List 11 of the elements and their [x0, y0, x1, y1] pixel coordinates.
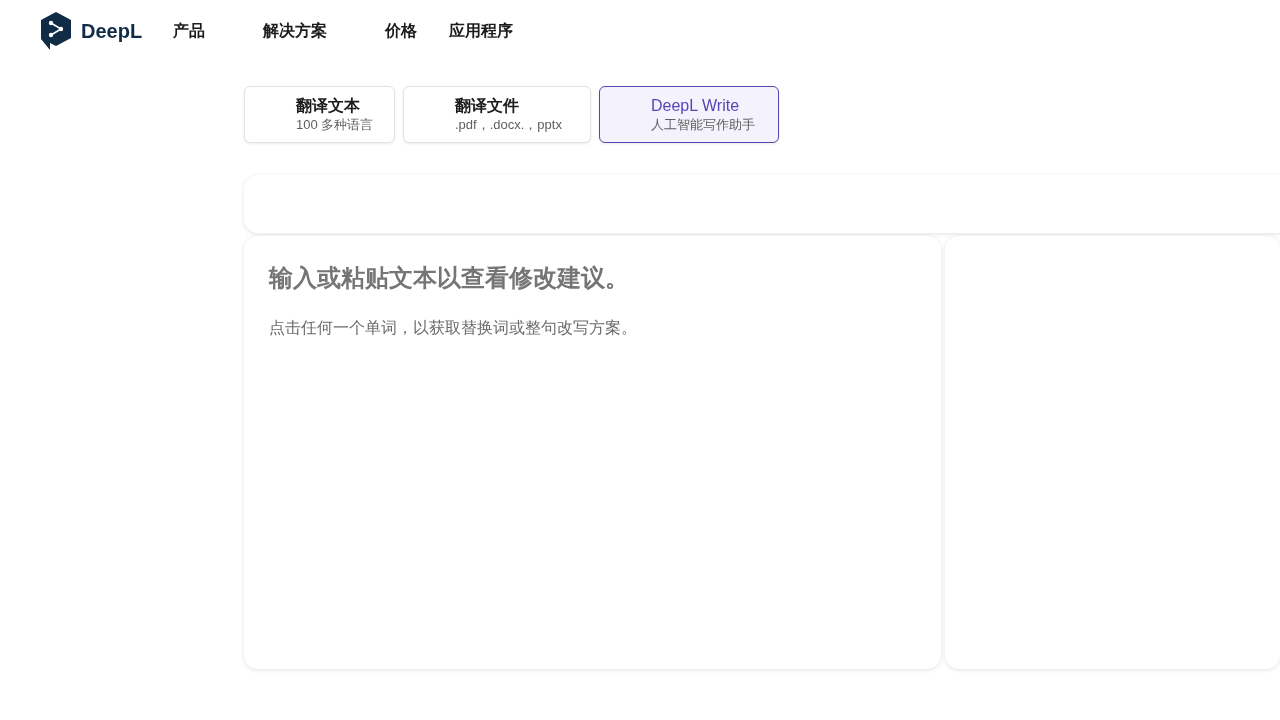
- placeholder-hint: 点击任何一个单词，以获取替换词或整句改写方案。: [269, 318, 638, 338]
- brand-name[interactable]: DeepL: [81, 16, 143, 46]
- input-field[interactable]: 输入或粘贴文本以查看修改建议。 点击任何一个单词，以获取替换词或整句改写方案。: [244, 236, 942, 669]
- nav-link[interactable]: 产品: [173, 19, 264, 43]
- mode-tab[interactable]: 翻译文件 .pdf，.docx.，pptx: [403, 86, 591, 143]
- mode-tab[interactable]: 翻译文本 100 多种语言: [244, 86, 395, 143]
- nav-link[interactable]: 价格: [385, 19, 450, 43]
- nav-link[interactable]: 应用程序: [449, 19, 530, 43]
- logo-icon[interactable]: [40, 12, 72, 50]
- mode-tab[interactable]: DeepL Write 人工智能写作助手: [599, 86, 779, 143]
- placeholder-title: 输入或粘贴文本以查看修改建议。: [269, 263, 630, 293]
